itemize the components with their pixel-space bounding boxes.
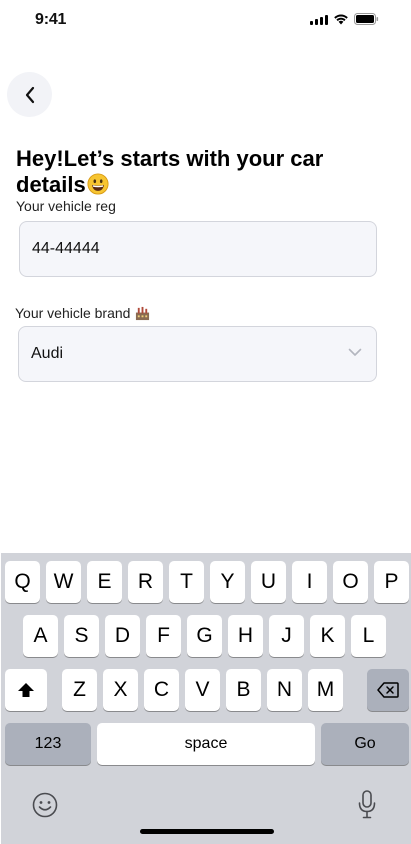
vehicle-brand-label-row: Your vehicle brand [15,305,150,321]
key-a[interactable]: A [23,615,58,657]
key-p[interactable]: P [374,561,409,603]
key-m[interactable]: M [308,669,343,711]
chevron-left-icon [25,86,34,103]
wifi-icon [333,13,349,25]
grinning-face-icon [87,173,109,195]
key-e[interactable]: E [87,561,122,603]
key-x[interactable]: X [103,669,138,711]
shift-icon [18,683,34,697]
cellular-signal-icon [310,14,328,25]
page-title: Hey!Let’s starts with your car details [16,146,376,198]
page-title-text: Hey!Let’s starts with your car details [16,146,324,197]
key-v[interactable]: V [185,669,220,711]
vehicle-reg-label: Your vehicle reg [16,198,116,214]
vehicle-brand-label: Your vehicle brand [15,305,131,321]
key-b[interactable]: B [226,669,261,711]
emoji-icon[interactable] [32,792,58,818]
numbers-key[interactable]: 123 [5,723,91,765]
back-button[interactable] [7,72,52,117]
vehicle-reg-value: 44-44444 [32,240,100,257]
key-q[interactable]: Q [5,561,40,603]
key-z[interactable]: Z [62,669,97,711]
key-c[interactable]: C [144,669,179,711]
key-l[interactable]: L [351,615,386,657]
key-i[interactable]: I [292,561,327,603]
onscreen-keyboard: Q W E R T Y U I O P A S D F G H J K L Z … [1,553,411,844]
backspace-key[interactable] [367,669,409,711]
key-t[interactable]: T [169,561,204,603]
backspace-icon [377,682,399,698]
key-y[interactable]: Y [210,561,245,603]
key-g[interactable]: G [187,615,222,657]
status-icons [310,13,379,25]
space-key[interactable]: space [97,723,315,765]
chevron-down-icon [348,348,362,356]
vehicle-reg-input[interactable]: 44-44444 [19,221,377,277]
key-k[interactable]: K [310,615,345,657]
key-r[interactable]: R [128,561,163,603]
key-d[interactable]: D [105,615,140,657]
key-u[interactable]: U [251,561,286,603]
home-indicator [140,829,274,834]
status-time: 9:41 [35,11,67,28]
key-n[interactable]: N [267,669,302,711]
key-o[interactable]: O [333,561,368,603]
shift-key[interactable] [5,669,47,711]
vehicle-brand-select[interactable]: Audi [18,326,377,382]
key-j[interactable]: J [269,615,304,657]
microphone-icon[interactable] [357,790,377,820]
go-key[interactable]: Go [321,723,409,765]
battery-icon [354,13,379,25]
key-h[interactable]: H [228,615,263,657]
status-bar: 9:41 [0,0,411,40]
key-s[interactable]: S [64,615,99,657]
vehicle-brand-value: Audi [31,345,64,362]
key-f[interactable]: F [146,615,181,657]
key-w[interactable]: W [46,561,81,603]
factory-icon [136,306,150,320]
